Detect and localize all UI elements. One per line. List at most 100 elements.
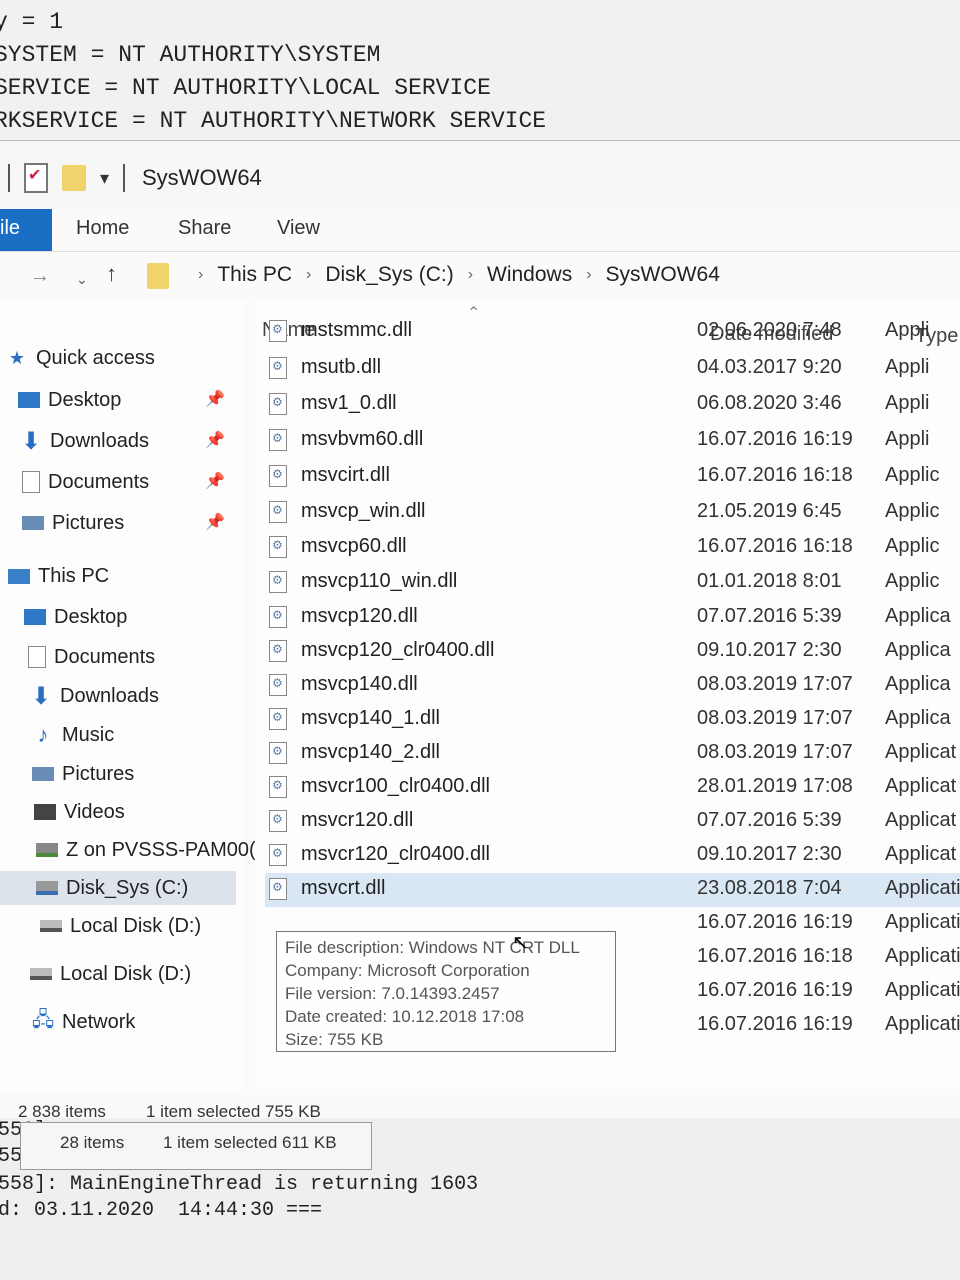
- tab-view[interactable]: View: [277, 217, 320, 240]
- file-date-modified: 09.10.2017 2:30: [697, 843, 842, 865]
- file-row[interactable]: msv1_0.dll 06.08.2020 3:46 Appli: [265, 388, 960, 422]
- tab-home[interactable]: Home: [76, 217, 129, 240]
- file-date-modified: 07.07.2016 5:39: [697, 605, 842, 627]
- tab-file[interactable]: ile: [0, 209, 52, 251]
- file-name: msvcp120.dll: [301, 605, 418, 627]
- file-row[interactable]: msvcp140.dll 08.03.2019 17:07 Applica: [265, 669, 960, 703]
- file-row[interactable]: msvcirt.dll 16.07.2016 16:18 Applic: [265, 460, 960, 494]
- file-date-modified: 02.06.2020 7:48: [697, 319, 842, 341]
- file-date-modified: 09.10.2017 2:30: [697, 639, 842, 661]
- videos-icon: [34, 804, 56, 820]
- pin-icon[interactable]: 📌: [205, 430, 225, 450]
- tooltip-date-created: Date created: 10.12.2018 17:08: [285, 1007, 525, 1026]
- file-name: msvcp120_clr0400.dll: [301, 639, 495, 661]
- properties-icon[interactable]: [24, 163, 48, 193]
- up-arrow-icon[interactable]: ↑: [106, 261, 117, 287]
- nav-this-pc-downloads[interactable]: ⬇ Downloads: [30, 679, 159, 713]
- dll-file-icon: [269, 640, 287, 662]
- file-row[interactable]: msutb.dll 04.03.2017 9:20 Appli: [265, 352, 960, 386]
- nav-item-label: Desktop: [48, 388, 122, 411]
- file-type: Applic: [885, 570, 940, 592]
- file-row[interactable]: mstsmmc.dll 02.06.2020 7:48 Appli: [265, 315, 960, 349]
- toolbar-divider: [8, 164, 10, 192]
- nav-pictures[interactable]: Pictures: [22, 506, 124, 540]
- console-window-top: y = 1 SYSTEM = NT AUTHORITY\SYSTEM SERVI…: [0, 0, 960, 140]
- tooltip-description: File description: Windows NT CRT DLL: [285, 938, 580, 957]
- console-line: d: 03.11.2020 14:44:30 ===: [0, 1199, 323, 1222]
- customize-toolbar-dropdown-icon[interactable]: ▾: [100, 168, 109, 189]
- file-row[interactable]: msvcp110_win.dll 01.01.2018 8:01 Applic: [265, 566, 960, 600]
- file-row[interactable]: msvcp140_2.dll 08.03.2019 17:07 Applicat: [265, 737, 960, 771]
- pictures-icon: [22, 516, 44, 530]
- file-type: Applicat: [885, 809, 957, 831]
- nav-this-pc-pictures[interactable]: Pictures: [32, 757, 134, 791]
- nav-this-pc-documents[interactable]: Documents: [28, 640, 155, 674]
- nav-disk-sys-c[interactable]: Disk_Sys (C:): [0, 871, 236, 905]
- window-title: SysWOW64: [142, 165, 262, 190]
- computer-icon: [8, 568, 30, 584]
- file-date-modified: 16.07.2016 16:19: [697, 1013, 853, 1035]
- file-row[interactable]: msvcr100_clr0400.dll 28.01.2019 17:08 Appl…: [265, 771, 960, 805]
- dll-file-icon: [269, 674, 287, 696]
- pin-icon[interactable]: 📌: [205, 512, 225, 532]
- file-name: msvcrt.dll: [301, 877, 386, 899]
- tooltip-size: Size: 755 KB: [285, 1030, 384, 1049]
- file-row[interactable]: msvcrt.dll 23.08.2018 7:04 Applicati: [265, 873, 960, 907]
- nav-downloads[interactable]: ⬇ Downloads: [20, 424, 149, 458]
- tab-share[interactable]: Share: [178, 217, 231, 240]
- pin-icon[interactable]: 📌: [205, 471, 225, 491]
- nav-documents[interactable]: Documents: [22, 465, 149, 499]
- file-row[interactable]: msvcp120.dll 07.07.2016 5:39 Applica: [265, 601, 960, 635]
- file-type: Appli: [885, 428, 930, 450]
- nav-item-label: Documents: [54, 645, 156, 668]
- recent-locations-chevron-icon[interactable]: ⌄: [76, 271, 88, 288]
- file-row[interactable]: msvbvm60.dll 16.07.2016 16:19 Appli: [265, 424, 960, 458]
- nav-local-disk-d-2[interactable]: Local Disk (D:): [30, 957, 191, 991]
- new-folder-icon[interactable]: [62, 165, 86, 191]
- nav-this-pc-videos[interactable]: Videos: [34, 795, 125, 829]
- breadcrumb-this-pc[interactable]: This PC: [217, 263, 292, 287]
- file-name: msvcr120.dll: [301, 809, 414, 831]
- nav-network[interactable]: 🖧 Network: [32, 1005, 136, 1039]
- nav-desktop[interactable]: Desktop: [18, 383, 121, 417]
- tooltip-version: File version: 7.0.14393.2457: [285, 984, 500, 1003]
- breadcrumb-windows[interactable]: Windows: [487, 263, 572, 287]
- nav-this-pc-desktop[interactable]: Desktop: [24, 600, 127, 634]
- nav-local-disk-d[interactable]: Local Disk (D:): [40, 909, 201, 943]
- file-row[interactable]: msvcp60.dll 16.07.2016 16:18 Applic: [265, 531, 960, 565]
- file-info-tooltip: File description: Windows NT CRT DLL Com…: [276, 931, 616, 1052]
- file-row[interactable]: msvcr120_clr0400.dll 09.10.2017 2:30 Appli…: [265, 839, 960, 873]
- file-type: Applica: [885, 707, 951, 729]
- file-row[interactable]: msvcp120_clr0400.dll 09.10.2017 2:30 Appli…: [265, 635, 960, 669]
- nav-this-pc-music[interactable]: ♪ Music: [32, 718, 115, 752]
- nav-item-label: Local Disk (D:): [70, 914, 202, 937]
- tooltip-company: Company: Microsoft Corporation: [285, 961, 530, 980]
- chevron-right-icon[interactable]: ›: [586, 266, 591, 284]
- file-type: Appli: [885, 392, 930, 414]
- dll-file-icon: [269, 429, 287, 451]
- chevron-right-icon[interactable]: ›: [468, 266, 473, 284]
- file-row[interactable]: msvcp140_1.dll 08.03.2019 17:07 Applica: [265, 703, 960, 737]
- file-row[interactable]: msvcr120.dll 07.07.2016 5:39 Applicat: [265, 805, 960, 839]
- console-window-bottom: 556] 558] 28 items 1 item selected 611 K…: [0, 1118, 960, 1280]
- documents-icon: [28, 646, 46, 668]
- nav-quick-access[interactable]: ★ Quick access: [6, 341, 155, 375]
- breadcrumb-syswow64[interactable]: SysWOW64: [606, 263, 720, 287]
- dll-file-icon: [269, 776, 287, 798]
- file-date-modified: 16.07.2016 16:19: [697, 979, 853, 1001]
- nav-item-label: Local Disk (D:): [60, 962, 192, 985]
- chevron-right-icon[interactable]: ›: [198, 266, 203, 284]
- breadcrumb-disk-sys[interactable]: Disk_Sys (C:): [325, 263, 453, 287]
- navigation-pane: ★ Quick access Desktop 📌 ⬇ Downloads 📌 D…: [0, 301, 256, 1091]
- nav-network-drive-z[interactable]: Z on PVSSS-PAM00(: [36, 833, 256, 867]
- file-date-modified: 16.07.2016 16:18: [697, 464, 853, 486]
- file-name: msutb.dll: [301, 356, 382, 378]
- console-line: SYSTEM = NT AUTHORITY\SYSTEM: [0, 42, 381, 68]
- file-row[interactable]: msvcp_win.dll 21.05.2019 6:45 Applic: [265, 496, 960, 530]
- back-arrow-icon[interactable]: →: [30, 265, 50, 288]
- chevron-right-icon[interactable]: ›: [306, 266, 311, 284]
- file-name: msvbvm60.dll: [301, 428, 424, 450]
- console-line: RKSERVICE = NT AUTHORITY\NETWORK SERVICE: [0, 108, 547, 134]
- nav-this-pc[interactable]: This PC: [8, 559, 109, 593]
- pin-icon[interactable]: 📌: [205, 389, 225, 409]
